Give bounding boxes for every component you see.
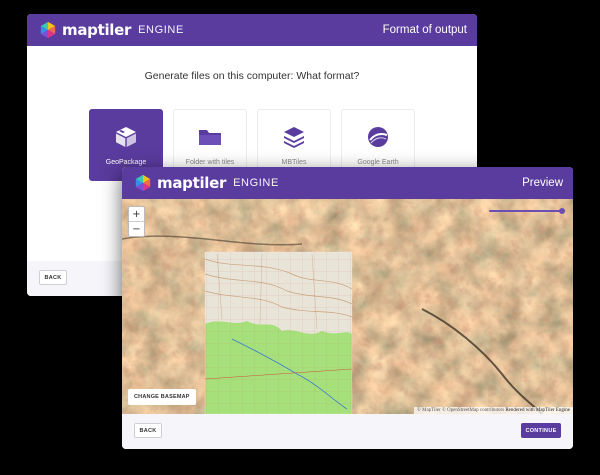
preview-window-title: Preview (522, 177, 563, 189)
geopackage-icon (116, 126, 136, 147)
format-question: Generate files on this computer: What fo… (144, 70, 360, 82)
maptiler-logo-icon (135, 174, 151, 192)
back-button[interactable]: BACK (39, 270, 67, 285)
format-label: MBTiles (281, 158, 307, 166)
zoom-control: + − (128, 206, 145, 237)
brand-name: maptiler (62, 21, 132, 39)
format-window-titlebar: maptiler ENGINE Format of output (27, 14, 477, 46)
preview-window: maptiler ENGINE Preview + − CHANGE BASEM… (122, 167, 573, 449)
satellite-terrain (122, 199, 573, 414)
back-button[interactable]: BACK (134, 423, 162, 438)
zoom-in-button[interactable]: + (129, 207, 144, 221)
map-view[interactable]: + − CHANGE BASEMAP © MapTiler © OpenStre… (122, 199, 573, 414)
brand-product: ENGINE (233, 177, 279, 189)
format-label: Folder with tiles (185, 158, 235, 166)
change-basemap-button[interactable]: CHANGE BASEMAP (128, 389, 196, 405)
brand: maptiler ENGINE (134, 174, 279, 192)
layers-icon (284, 126, 304, 148)
slider-handle[interactable] (559, 208, 565, 214)
format-window-title: Format of output (382, 24, 467, 36)
rendered-by-text[interactable]: Rendered with MapTiler Engine (505, 408, 570, 413)
brand: maptiler ENGINE (39, 21, 184, 39)
brand-name: maptiler (157, 174, 227, 192)
zoom-out-button[interactable]: − (129, 221, 144, 236)
preview-window-footer: BACK CONTINUE (122, 414, 573, 449)
map-attribution: © MapTiler © OpenStreetMap contributors … (413, 407, 573, 414)
topographic-overlay (205, 252, 352, 414)
attribution-text[interactable]: © MapTiler © OpenStreetMap contributors (417, 408, 504, 413)
continue-button[interactable]: CONTINUE (521, 423, 561, 438)
opacity-slider[interactable] (489, 208, 565, 214)
maptiler-logo-icon (40, 21, 56, 39)
globe-icon (368, 126, 388, 147)
format-label: Google Earth (357, 158, 399, 166)
folder-icon (199, 129, 221, 145)
preview-window-titlebar: maptiler ENGINE Preview (122, 167, 573, 199)
brand-product: ENGINE (138, 24, 184, 36)
slider-track (489, 210, 565, 212)
format-label: GeoPackage (105, 158, 147, 166)
